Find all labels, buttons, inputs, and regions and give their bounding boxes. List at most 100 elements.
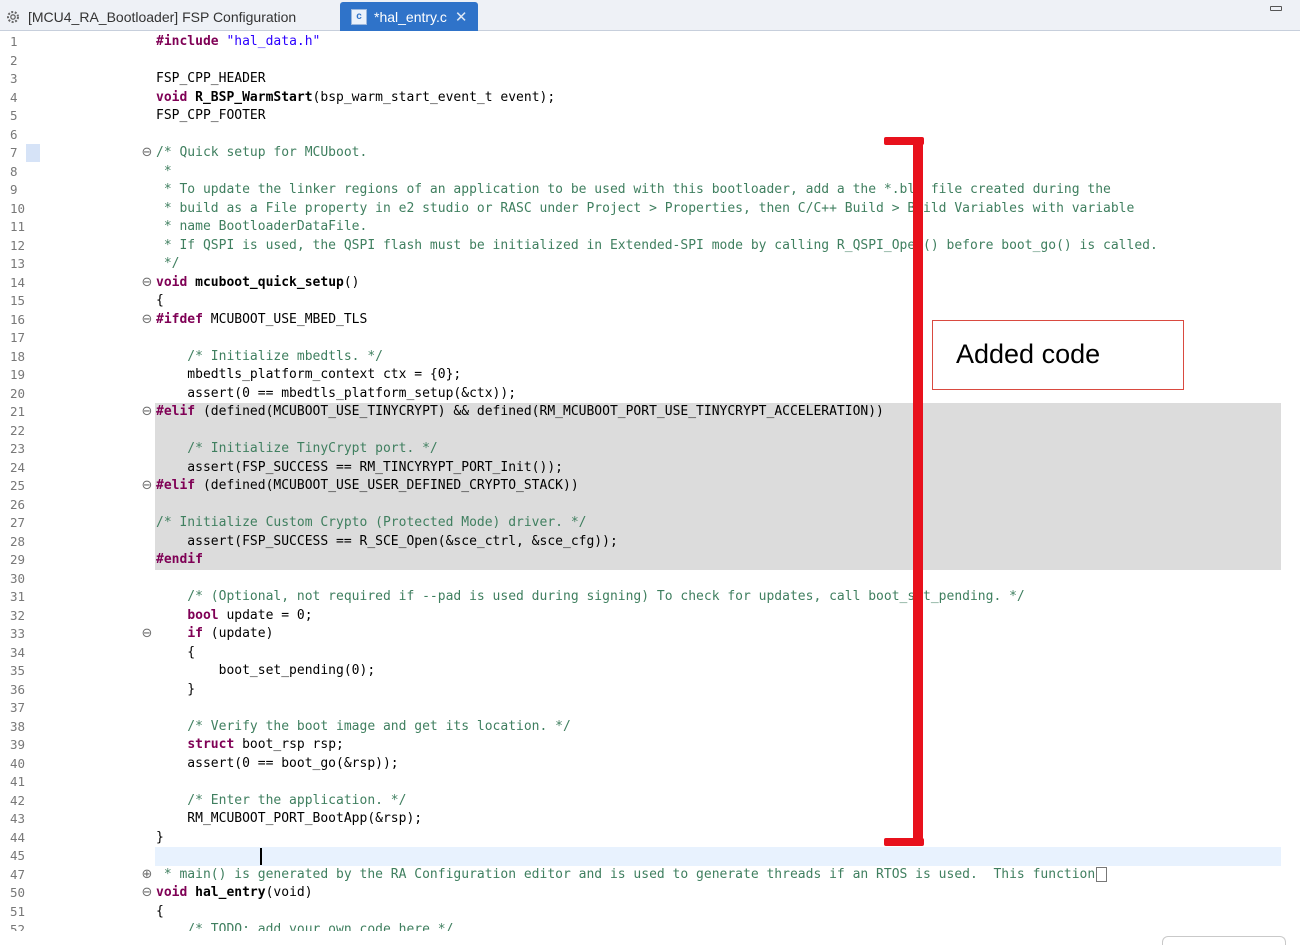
code-line[interactable]: 11 * name BootloaderDataFile. xyxy=(0,218,1300,237)
code-line[interactable]: 13 */ xyxy=(0,255,1300,274)
code-line[interactable]: 4 void R_BSP_WarmStart(bsp_warm_start_eve… xyxy=(0,89,1300,108)
code-line[interactable]: 44} xyxy=(0,829,1300,848)
code-text: boot_set_pending(0); xyxy=(156,663,376,678)
close-icon[interactable]: ✕ xyxy=(455,8,468,26)
line-number: 14 xyxy=(10,274,26,290)
line-number: 4 xyxy=(10,89,18,105)
collapse-fold-icon[interactable]: ⊖ xyxy=(140,403,154,422)
code-line[interactable]: 24 assert(FSP_SUCCESS == RM_TINCYRYPT_PO… xyxy=(0,458,1300,477)
editor-tab-bar: [MCU4_RA_Bootloader] FSP Configuration c… xyxy=(0,0,1300,31)
code-text: /* Enter the application. */ xyxy=(156,792,407,808)
tab-hal-entry[interactable]: c *hal_entry.c ✕ xyxy=(340,2,478,31)
line-number: 7 xyxy=(10,145,18,160)
code-line[interactable]: 26 xyxy=(0,495,1300,514)
collapse-fold-icon[interactable]: ⊖ xyxy=(140,884,154,903)
line-number: 15 xyxy=(10,293,26,308)
code-line[interactable]: 12 * If QSPI is used, the QSPI flash mus… xyxy=(0,237,1300,256)
code-line[interactable]: 30 xyxy=(0,570,1300,589)
code-text: /* (Optional, not required if --pad is u… xyxy=(156,589,1025,604)
collapse-fold-icon[interactable]: ⊖ xyxy=(140,477,154,496)
inactive-code-highlight xyxy=(155,495,1281,514)
line-number: 26 xyxy=(10,496,26,512)
line-number: 25 xyxy=(10,478,26,493)
code-text: /* Quick setup for MCUboot. xyxy=(156,145,368,160)
code-line[interactable]: 33 ⊖ if (update) xyxy=(0,625,1300,644)
code-line[interactable]: 8 * xyxy=(0,163,1300,182)
collapsed-comment-marker[interactable] xyxy=(1096,866,1108,882)
code-line[interactable]: 3 FSP_CPP_HEADER xyxy=(0,70,1300,89)
code-line[interactable]: 43 RM_MCUBOOT_PORT_BootApp(&rsp); xyxy=(0,810,1300,829)
gear-icon xyxy=(4,8,22,26)
line-number: 34 xyxy=(10,644,26,660)
expand-fold-icon[interactable]: ⊕ xyxy=(140,866,154,885)
code-line[interactable]: 35 boot_set_pending(0); xyxy=(0,662,1300,681)
collapse-fold-icon[interactable]: ⊖ xyxy=(140,311,154,330)
code-text: } xyxy=(156,681,196,697)
code-editor[interactable]: 1 #include "hal_data.h" 2 3 FSP_CPP_HEADER 4 v… xyxy=(0,31,1300,931)
code-line[interactable]: 23 /* Initialize TinyCrypt port. */ xyxy=(0,440,1300,459)
code-text: { xyxy=(156,644,196,660)
code-line[interactable]: 6 xyxy=(0,126,1300,145)
code-line[interactable]: 1 #include "hal_data.h" xyxy=(0,33,1300,52)
line-number: 33 xyxy=(10,626,26,641)
tab-fsp-configuration[interactable]: [MCU4_RA_Bootloader] FSP Configuration xyxy=(4,2,334,31)
code-line[interactable]: 32 bool update = 0; xyxy=(0,607,1300,626)
minimize-icon[interactable] xyxy=(1270,6,1282,11)
code-line[interactable]: 50 ⊖ void hal_entry(void) xyxy=(0,884,1300,903)
line-number: 38 xyxy=(10,718,26,734)
code-line[interactable]: 52 /* TODO: add your own code here */ xyxy=(0,921,1300,931)
line-number: 52 xyxy=(10,922,26,931)
code-line[interactable]: 51 { xyxy=(0,903,1300,922)
line-number: 6 xyxy=(10,126,18,142)
inactive-code-highlight xyxy=(155,421,1281,440)
code-line[interactable]: 22 xyxy=(0,421,1300,440)
line-number: 17 xyxy=(10,330,26,345)
code-line[interactable]: 36 } xyxy=(0,681,1300,700)
code-line[interactable]: 38 /* Verify the boot image and get its … xyxy=(0,718,1300,737)
code-line[interactable]: 14 ⊖ void mcuboot_quick_setup() xyxy=(0,274,1300,293)
code-text: #endif xyxy=(156,552,203,567)
code-line[interactable]: 41 xyxy=(0,773,1300,792)
added-code-callout: Added code xyxy=(932,320,1184,390)
code-line[interactable]: 15 { xyxy=(0,292,1300,311)
code-text: void R_BSP_WarmStart(bsp_warm_start_even… xyxy=(156,89,556,105)
code-line[interactable]: 21 ⊖ #elif (defined(MCUBOOT_USE_TINYCRYPT)… xyxy=(0,403,1300,422)
code-line[interactable]: 25 ⊖ #elif (defined(MCUBOOT_USE_USER_DEFIN… xyxy=(0,477,1300,496)
code-text: #elif (defined(MCUBOOT_USE_USER_DEFINED_… xyxy=(156,478,579,493)
line-number: 23 xyxy=(10,441,26,456)
collapse-fold-icon[interactable]: ⊖ xyxy=(140,274,154,293)
code-line[interactable]: 9 * To update the linker regions of an a… xyxy=(0,181,1300,200)
code-text: * build as a File property in e2 studio … xyxy=(156,200,1135,216)
code-line[interactable]: 5 FSP_CPP_FOOTER xyxy=(0,107,1300,126)
code-line[interactable]: 2 xyxy=(0,52,1300,71)
code-text: #include "hal_data.h" xyxy=(156,34,321,49)
scrollbar[interactable] xyxy=(1162,936,1286,945)
collapse-fold-icon[interactable]: ⊖ xyxy=(140,625,154,644)
code-line[interactable]: 27 /* Initialize Custom Crypto (Protected… xyxy=(0,514,1300,533)
code-text: * main() is generated by the RA Configur… xyxy=(156,866,1300,885)
line-number: 43 xyxy=(10,811,26,826)
code-line[interactable]: 40 assert(0 == boot_go(&rsp)); xyxy=(0,755,1300,774)
code-line[interactable]: 47 ⊕ * main() is generated by the RA Conf… xyxy=(0,866,1300,885)
line-number: 30 xyxy=(10,570,26,586)
line-number: 8 xyxy=(10,163,18,179)
code-line[interactable]: 7 ⊖/* Quick setup for MCUboot. xyxy=(0,144,1300,163)
code-line[interactable]: 45 xyxy=(0,847,1300,866)
code-line[interactable]: 39 struct boot_rsp rsp; xyxy=(0,736,1300,755)
code-line[interactable]: 37 xyxy=(0,699,1300,718)
code-line[interactable]: 28 assert(FSP_SUCCESS == R_SCE_Open(&sce… xyxy=(0,532,1300,551)
code-line[interactable]: 31 /* (Optional, not required if --pad i… xyxy=(0,588,1300,607)
code-text: * name BootloaderDataFile. xyxy=(156,219,368,234)
code-line[interactable]: 10 * build as a File property in e2 stud… xyxy=(0,200,1300,219)
line-number: 32 xyxy=(10,607,26,623)
code-text: /* TODO: add your own code here */ xyxy=(156,922,454,931)
line-number: 12 xyxy=(10,237,26,253)
line-number: 11 xyxy=(10,219,26,234)
code-text: void hal_entry(void) xyxy=(156,885,313,900)
code-line[interactable]: 34 { xyxy=(0,644,1300,663)
code-line[interactable]: 42 /* Enter the application. */ xyxy=(0,792,1300,811)
code-text: } xyxy=(156,829,164,845)
code-line[interactable]: 29 #endif xyxy=(0,551,1300,570)
collapse-fold-icon[interactable]: ⊖ xyxy=(140,144,154,163)
line-number: 41 xyxy=(10,774,26,789)
